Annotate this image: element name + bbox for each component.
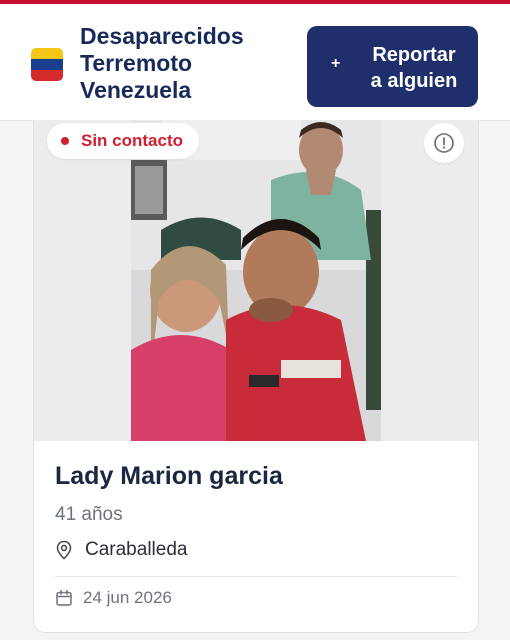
status-label: Sin contacto — [81, 131, 184, 150]
location-text: Caraballeda — [85, 539, 188, 560]
report-button-line-2: a alguien — [370, 70, 458, 92]
report-button-line-1: Reportar — [372, 44, 456, 66]
info-icon — [434, 133, 454, 153]
status-badge: Sin contacto — [47, 123, 200, 159]
date-text: 24 jun 2026 — [83, 588, 172, 607]
info-button[interactable] — [424, 123, 464, 163]
app-title-line-2: Terremoto — [80, 50, 193, 76]
report-someone-button[interactable]: + Reportar a alguien — [307, 26, 478, 107]
date-row: 24 jun 2026 — [55, 588, 172, 608]
plus-icon: + — [331, 55, 341, 72]
app-title-line-3: Venezuela — [80, 77, 192, 103]
app-header: Desaparecidos Terremoto Venezuela + Repo… — [0, 4, 510, 121]
status-dot-icon — [61, 137, 69, 145]
calendar-icon — [56, 589, 72, 606]
person-photo — [131, 120, 381, 441]
map-pin-icon — [56, 540, 72, 560]
missing-person-card[interactable]: Sin contacto Lady Marion garcia 41 años … — [33, 120, 479, 633]
person-age: 41 años — [55, 504, 123, 525]
photo-area: Sin contacto — [34, 120, 478, 441]
venezuela-flag-icon — [31, 48, 63, 81]
app-title-line-1: Desaparecidos — [80, 23, 244, 49]
card-divider — [55, 576, 457, 577]
app-title: Desaparecidos Terremoto Venezuela — [80, 23, 244, 104]
person-name: Lady Marion garcia — [55, 462, 283, 490]
report-button-label: Reportar a alguien — [359, 42, 469, 94]
location-row: Caraballeda — [55, 539, 187, 561]
